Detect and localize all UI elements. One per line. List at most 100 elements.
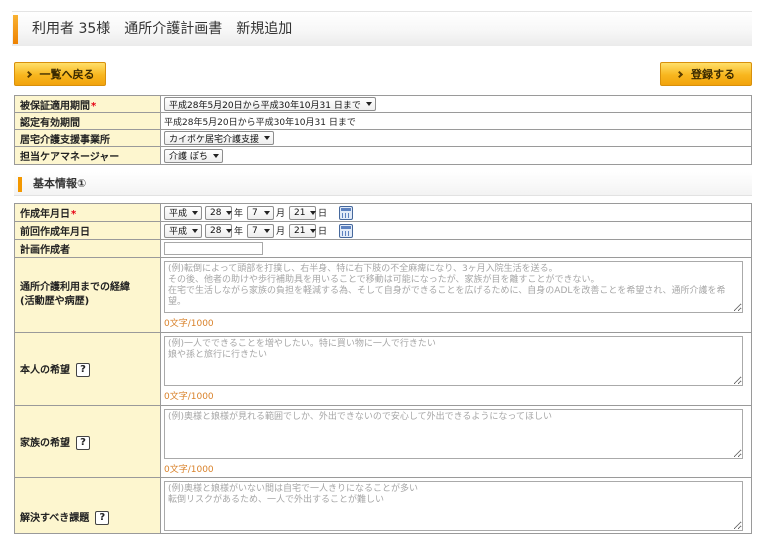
family-wish-textarea[interactable] bbox=[164, 409, 743, 459]
chevron-down-icon bbox=[226, 228, 233, 233]
chevron-down-icon bbox=[226, 210, 233, 215]
created-date-picker: 平成 28 年 7 月 21 日 bbox=[164, 205, 748, 220]
section-accent-bar bbox=[18, 177, 22, 192]
help-icon[interactable]: ? bbox=[76, 435, 90, 450]
family-wish-label-text: 家族の希望 bbox=[20, 437, 70, 449]
history-label-line2: (活動歴や病歴) bbox=[20, 296, 90, 307]
personal-wish-textarea[interactable] bbox=[164, 336, 743, 386]
form-row-personal-wish: 本人の希望? 0文字/1000 bbox=[14, 332, 752, 406]
created-era-value: 平成 bbox=[169, 209, 188, 219]
personal-wish-cell: 0文字/1000 bbox=[160, 332, 752, 406]
form-row-created-date: 作成年月日* 平成 28 年 7 月 21 日 bbox=[14, 203, 752, 222]
created-day-select[interactable]: 21 bbox=[289, 205, 317, 220]
care-manager-cell: 介護 ぽち bbox=[160, 146, 752, 165]
created-year-select[interactable]: 28 bbox=[205, 205, 233, 220]
year-unit: 年 bbox=[234, 209, 244, 219]
care-manager-label: 担当ケアマネージャー bbox=[14, 146, 161, 165]
calendar-icon[interactable] bbox=[339, 223, 354, 238]
day-unit: 日 bbox=[318, 227, 328, 237]
care-manager-select[interactable]: 介護 ぽち bbox=[164, 148, 223, 163]
form-row-family-wish: 家族の希望? 0文字/1000 bbox=[14, 405, 752, 478]
section-heading-basic-info: 基本情報① bbox=[14, 172, 752, 196]
chevron-right-icon bbox=[675, 70, 684, 78]
previous-month-value: 7 bbox=[252, 225, 258, 236]
header-accent-bar bbox=[13, 15, 18, 44]
summary-row-insurance-period: 被保証適用期間* 平成28年5月20日から平成30年10月31 日まで bbox=[14, 95, 752, 113]
form-row-previous-date: 前回作成年月日 平成 28 年 7 月 21 日 bbox=[14, 221, 752, 240]
history-textarea[interactable] bbox=[164, 261, 743, 313]
created-era-select[interactable]: 平成 bbox=[164, 205, 202, 220]
history-label-line1: 通所介護利用までの経緯 bbox=[20, 282, 130, 293]
previous-year-select[interactable]: 28 bbox=[205, 223, 233, 238]
form-row-issues: 解決すべき課題? bbox=[14, 477, 752, 534]
chevron-down-icon bbox=[365, 102, 372, 106]
care-office-select[interactable]: カイポケ居宅介護支援 bbox=[164, 131, 275, 145]
created-month-value: 7 bbox=[252, 207, 258, 218]
insurance-period-label: 被保証適用期間* bbox=[14, 95, 161, 113]
form-row-history: 通所介護利用までの経緯 (活動歴や病歴) 0文字/1000 bbox=[14, 257, 752, 333]
previous-era-select[interactable]: 平成 bbox=[164, 223, 202, 238]
previous-era-value: 平成 bbox=[169, 227, 188, 237]
issues-textarea[interactable] bbox=[164, 481, 743, 531]
family-wish-label: 家族の希望? bbox=[14, 405, 161, 478]
insurance-period-select[interactable]: 平成28年5月20日から平成30年10月31 日まで bbox=[164, 97, 376, 111]
summary-table: 被保証適用期間* 平成28年5月20日から平成30年10月31 日まで 認定有効… bbox=[14, 95, 752, 165]
planner-label: 計画作成者 bbox=[14, 239, 161, 258]
day-unit: 日 bbox=[318, 209, 328, 219]
planner-cell bbox=[160, 239, 752, 258]
history-char-counter: 0文字/1000 bbox=[164, 319, 214, 329]
previous-year-value: 28 bbox=[210, 225, 222, 236]
personal-wish-char-counter: 0文字/1000 bbox=[164, 392, 214, 402]
personal-wish-label-text: 本人の希望 bbox=[20, 365, 70, 376]
section-title: 基本情報① bbox=[33, 177, 87, 190]
previous-date-label: 前回作成年月日 bbox=[14, 221, 161, 240]
back-to-list-label: 一覧へ戻る bbox=[39, 68, 95, 81]
history-cell: 0文字/1000 bbox=[160, 257, 752, 333]
care-manager-value: 介護 ぽち bbox=[169, 152, 208, 162]
personal-wish-label: 本人の希望? bbox=[14, 332, 161, 406]
page-header: 利用者 35様 通所介護計画書 新規追加 bbox=[12, 11, 752, 46]
year-unit: 年 bbox=[234, 227, 244, 237]
created-year-value: 28 bbox=[210, 207, 222, 218]
calendar-icon[interactable] bbox=[339, 205, 354, 220]
summary-row-care-office: 居宅介護支援事業所 カイポケ居宅介護支援 bbox=[14, 129, 752, 147]
previous-day-select[interactable]: 21 bbox=[289, 223, 317, 238]
previous-month-select[interactable]: 7 bbox=[247, 223, 275, 238]
created-date-label-text: 作成年月日 bbox=[20, 209, 70, 220]
family-wish-cell: 0文字/1000 bbox=[160, 405, 752, 478]
care-office-cell: カイポケ居宅介護支援 bbox=[160, 129, 752, 147]
back-to-list-button[interactable]: 一覧へ戻る bbox=[14, 62, 106, 86]
help-icon[interactable]: ? bbox=[76, 363, 90, 377]
month-unit: 月 bbox=[276, 227, 286, 237]
previous-date-cell: 平成 28 年 7 月 21 日 bbox=[160, 221, 752, 240]
issues-cell bbox=[160, 477, 752, 534]
issues-label: 解決すべき課題? bbox=[14, 477, 161, 534]
previous-day-value: 21 bbox=[294, 225, 306, 236]
register-button[interactable]: 登録する bbox=[660, 62, 752, 86]
chevron-down-icon bbox=[192, 228, 199, 233]
certification-period-label: 認定有効期間 bbox=[14, 112, 161, 130]
summary-row-certification-period: 認定有効期間 平成28年5月20日から平成30年10月31 日まで bbox=[14, 112, 752, 130]
chevron-right-icon bbox=[24, 70, 32, 78]
previous-date-picker: 平成 28 年 7 月 21 日 bbox=[164, 223, 748, 238]
summary-row-care-manager: 担当ケアマネージャー 介護 ぽち bbox=[14, 146, 752, 165]
created-day-value: 21 bbox=[294, 207, 306, 218]
created-month-select[interactable]: 7 bbox=[247, 205, 275, 220]
insurance-period-value: 平成28年5月20日から平成30年10月31 日まで bbox=[169, 100, 361, 111]
register-label: 登録する bbox=[691, 68, 735, 81]
help-icon[interactable]: ? bbox=[95, 511, 110, 525]
chevron-down-icon bbox=[310, 210, 317, 215]
care-office-label: 居宅介護支援事業所 bbox=[14, 129, 161, 147]
care-office-value: カイポケ居宅介護支援 bbox=[169, 134, 260, 145]
chevron-down-icon bbox=[264, 136, 271, 140]
issues-label-text: 解決すべき課題 bbox=[20, 513, 90, 524]
basic-info-form: 作成年月日* 平成 28 年 7 月 21 日 前回作成年月日 平成 28 年 … bbox=[14, 203, 752, 534]
insurance-period-label-text: 被保証適用期間 bbox=[20, 100, 90, 112]
created-date-cell: 平成 28 年 7 月 21 日 bbox=[160, 203, 752, 222]
planner-input[interactable] bbox=[164, 242, 263, 255]
month-unit: 月 bbox=[276, 209, 286, 219]
history-label: 通所介護利用までの経緯 (活動歴や病歴) bbox=[14, 257, 161, 333]
chevron-down-icon bbox=[212, 153, 219, 158]
form-row-planner: 計画作成者 bbox=[14, 239, 752, 258]
chevron-down-icon bbox=[192, 210, 199, 215]
